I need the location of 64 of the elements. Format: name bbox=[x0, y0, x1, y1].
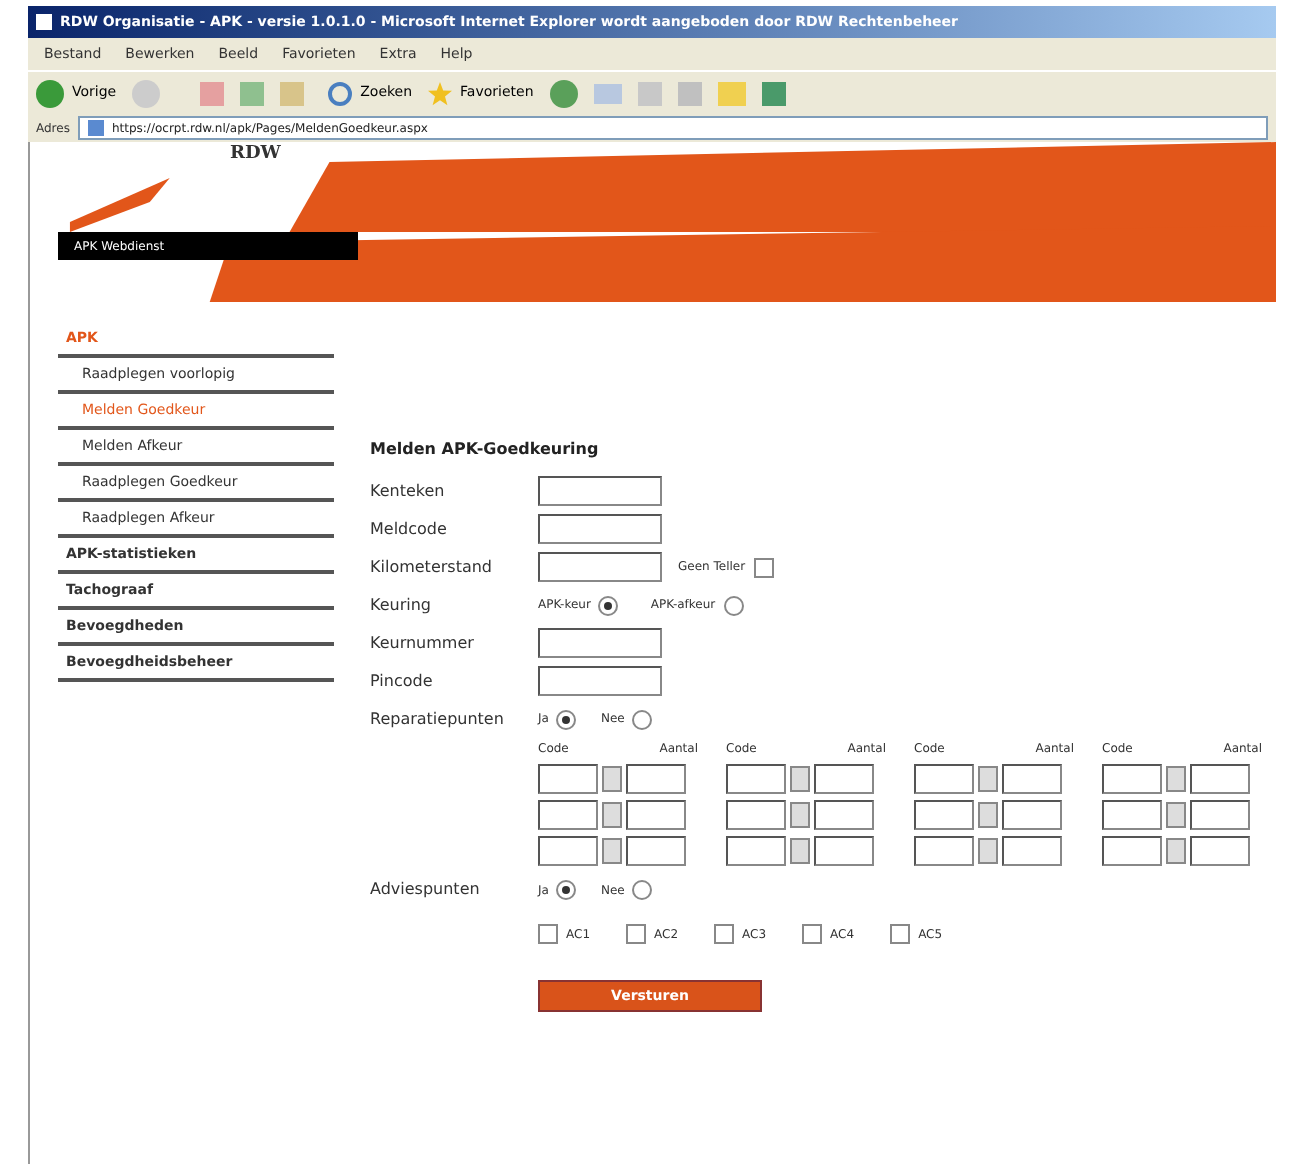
field-label: Adviespunten bbox=[370, 878, 482, 902]
radio-button[interactable] bbox=[556, 709, 577, 729]
lookup-button[interactable] bbox=[602, 766, 622, 792]
field-label: Keurnummer bbox=[370, 631, 476, 655]
checkbox[interactable] bbox=[802, 924, 823, 944]
checkbox[interactable] bbox=[714, 924, 735, 944]
input-field[interactable] bbox=[726, 764, 786, 794]
input-field[interactable] bbox=[726, 836, 786, 866]
input-field[interactable] bbox=[1102, 764, 1162, 794]
lookup-button[interactable] bbox=[602, 838, 622, 864]
radio-button[interactable] bbox=[598, 595, 619, 615]
input-field[interactable] bbox=[814, 764, 874, 794]
input-field[interactable] bbox=[1190, 800, 1250, 830]
input-field[interactable] bbox=[538, 628, 662, 658]
input-field[interactable] bbox=[626, 836, 686, 866]
input-field[interactable] bbox=[1002, 836, 1062, 866]
lookup-button[interactable] bbox=[790, 766, 810, 792]
field-label: Reparatiepunten bbox=[370, 707, 506, 731]
field-label: Kenteken bbox=[370, 479, 447, 503]
checkbox[interactable] bbox=[753, 557, 774, 577]
lookup-button[interactable] bbox=[602, 802, 622, 828]
input-field[interactable] bbox=[1190, 764, 1250, 794]
input-field[interactable] bbox=[726, 800, 786, 830]
lookup-button[interactable] bbox=[978, 838, 998, 864]
radio-button[interactable] bbox=[723, 595, 744, 615]
lookup-button[interactable] bbox=[790, 802, 810, 828]
field-label: Keuring bbox=[370, 593, 433, 617]
input-field[interactable] bbox=[1102, 836, 1162, 866]
form-title: Melden APK-Goedkeuring bbox=[370, 438, 601, 462]
input-field[interactable] bbox=[538, 514, 662, 544]
input-field[interactable] bbox=[1102, 800, 1162, 830]
input-field[interactable] bbox=[538, 764, 598, 794]
lookup-button[interactable] bbox=[790, 838, 810, 864]
input-field[interactable] bbox=[814, 800, 874, 830]
logo-text: RDW bbox=[230, 142, 281, 168]
input-field[interactable] bbox=[1190, 836, 1250, 866]
checkbox[interactable] bbox=[626, 924, 647, 944]
input-field[interactable] bbox=[538, 836, 598, 866]
radio-button[interactable] bbox=[632, 709, 653, 729]
input-field[interactable] bbox=[914, 764, 974, 794]
radio-button[interactable] bbox=[632, 880, 653, 900]
input-field[interactable] bbox=[914, 836, 974, 866]
radio-button[interactable] bbox=[556, 880, 577, 900]
input-field[interactable] bbox=[538, 800, 598, 830]
lookup-button[interactable] bbox=[1166, 766, 1186, 792]
checkbox[interactable] bbox=[538, 924, 558, 944]
lookup-button[interactable] bbox=[1166, 802, 1186, 828]
lookup-button[interactable] bbox=[1166, 838, 1186, 864]
star-icon bbox=[428, 81, 453, 105]
field-label: Pincode bbox=[370, 669, 435, 693]
input-field[interactable] bbox=[538, 666, 662, 696]
input-field[interactable] bbox=[626, 764, 686, 794]
input-field[interactable] bbox=[538, 552, 662, 582]
input-field[interactable] bbox=[538, 476, 662, 506]
input-field[interactable] bbox=[1002, 764, 1062, 794]
lookup-button[interactable] bbox=[978, 802, 998, 828]
input-field[interactable] bbox=[914, 800, 974, 830]
checkbox[interactable] bbox=[890, 924, 911, 944]
lookup-button[interactable] bbox=[978, 766, 998, 792]
input-field[interactable] bbox=[626, 800, 686, 830]
field-label: Meldcode bbox=[370, 517, 449, 541]
field-label: Kilometerstand bbox=[370, 555, 495, 579]
input-field[interactable] bbox=[814, 836, 874, 866]
input-field[interactable] bbox=[1002, 800, 1062, 830]
